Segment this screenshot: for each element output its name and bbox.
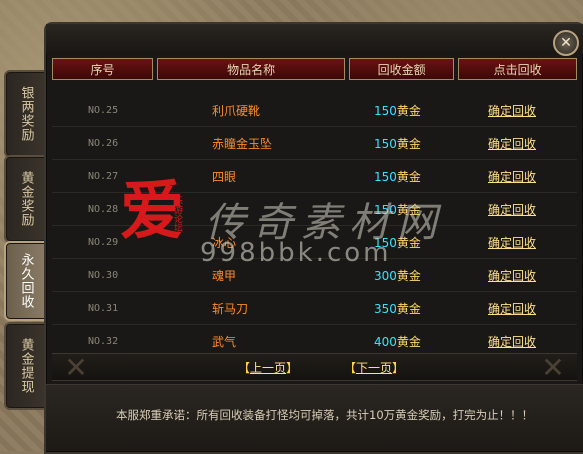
amount-unit: 黄金 xyxy=(396,334,421,349)
footer-text: 本服郑重承诺：所有回收装备打怪均可掉落，共计10万黄金奖励，打完为止！！！ xyxy=(116,408,534,422)
row-index: NO.30 xyxy=(88,269,119,281)
row-index: NO.32 xyxy=(88,335,119,347)
next-page-label: 下一页 xyxy=(356,361,393,375)
header-item-name: 物品名称 xyxy=(157,58,346,80)
recycle-amount: 300黄金 xyxy=(348,267,456,284)
item-name: 利爪硬靴 xyxy=(212,103,261,118)
amount-unit: 黄金 xyxy=(396,268,421,283)
item-name: 赤瞳金玉坠 xyxy=(212,136,273,151)
confirm-recycle-link[interactable]: 确定回收 xyxy=(456,201,566,218)
recycle-amount: 150黄金 xyxy=(348,168,456,185)
confirm-recycle-link[interactable]: 确定回收 xyxy=(456,267,566,284)
row-index: NO.25 xyxy=(88,104,119,116)
confirm-recycle-link[interactable]: 确定回收 xyxy=(456,234,566,251)
ornament-right-icon: ✕ xyxy=(541,350,565,384)
side-tab-silver-reward[interactable]: 银两奖励 xyxy=(4,70,48,158)
watermark-url: 998bbk.com xyxy=(200,238,392,268)
side-tab-label: 银两奖励 xyxy=(18,86,34,142)
confirm-recycle-link[interactable]: 确定回收 xyxy=(456,102,566,119)
side-tab-label: 黄金奖励 xyxy=(18,171,34,227)
bracket: 】 xyxy=(286,361,299,375)
item-name: 斩马刀 xyxy=(212,301,249,316)
side-tab-gold-reward[interactable]: 黄金奖励 xyxy=(4,155,48,243)
header-recycle-amount: 回收金额 xyxy=(349,58,455,80)
recycle-amount: 150黄金 xyxy=(348,135,456,152)
side-tab-label: 黄金提现 xyxy=(18,338,34,394)
confirm-recycle-link[interactable]: 确定回收 xyxy=(456,168,566,185)
item-name: 魂甲 xyxy=(212,268,237,283)
table-header: 序号 物品名称 回收金额 点击回收 xyxy=(52,58,577,80)
panel-titlebar xyxy=(46,24,583,54)
bracket: 【 xyxy=(344,361,357,375)
prev-page-link[interactable]: 【上一页】 xyxy=(238,359,298,376)
pagination-bar: ✕ ✕ 【上一页】 【下一页】 xyxy=(52,350,577,384)
bracket: 】 xyxy=(392,361,405,375)
row-index: NO.26 xyxy=(88,137,119,149)
confirm-recycle-link[interactable]: 确定回收 xyxy=(456,300,566,317)
close-icon: ✕ xyxy=(560,35,572,51)
next-page-link[interactable]: 【下一页】 xyxy=(344,359,404,376)
confirm-recycle-link[interactable]: 确定回收 xyxy=(456,135,566,152)
row-index: NO.31 xyxy=(88,302,119,314)
ornament-left-icon: ✕ xyxy=(64,350,88,384)
recycle-amount: 350黄金 xyxy=(348,300,456,317)
side-tab-gold-withdraw[interactable]: 黄金提现 xyxy=(4,322,48,410)
bracket: 【 xyxy=(238,361,251,375)
table-row: NO.25 利爪硬靴 150黄金 确定回收 xyxy=(52,94,577,127)
prev-page-label: 上一页 xyxy=(250,361,287,375)
amount-value: 150 xyxy=(374,169,397,184)
amount-value: 400 xyxy=(374,334,397,349)
amount-value: 300 xyxy=(374,268,397,283)
item-name: 武气 xyxy=(212,334,237,349)
item-name: 四眼 xyxy=(212,169,237,184)
confirm-recycle-link[interactable]: 确定回收 xyxy=(456,333,566,350)
watermark-vertical-text: 乐游论坛 xyxy=(172,196,182,232)
table-row: NO.31 斩马刀 350黄金 确定回收 xyxy=(52,292,577,325)
table-row: NO.26 赤瞳金玉坠 150黄金 确定回收 xyxy=(52,127,577,160)
header-click-recycle: 点击回收 xyxy=(458,58,577,80)
close-button[interactable]: ✕ xyxy=(553,30,579,56)
amount-unit: 黄金 xyxy=(396,103,421,118)
recycle-amount: 400黄金 xyxy=(348,333,456,350)
side-tab-label: 永久回收 xyxy=(18,253,34,309)
recycle-amount: 150黄金 xyxy=(348,102,456,119)
footer-notice: 本服郑重承诺：所有回收装备打怪均可掉落，共计10万黄金奖励，打完为止！！！ xyxy=(46,384,583,451)
header-index: 序号 xyxy=(52,58,154,80)
amount-unit: 黄金 xyxy=(396,136,421,151)
side-tab-permanent-recycle[interactable]: 永久回收 xyxy=(4,241,48,321)
amount-unit: 黄金 xyxy=(396,169,421,184)
amount-value: 150 xyxy=(374,136,397,151)
amount-value: 350 xyxy=(374,301,397,316)
amount-value: 150 xyxy=(374,103,397,118)
amount-unit: 黄金 xyxy=(396,301,421,316)
